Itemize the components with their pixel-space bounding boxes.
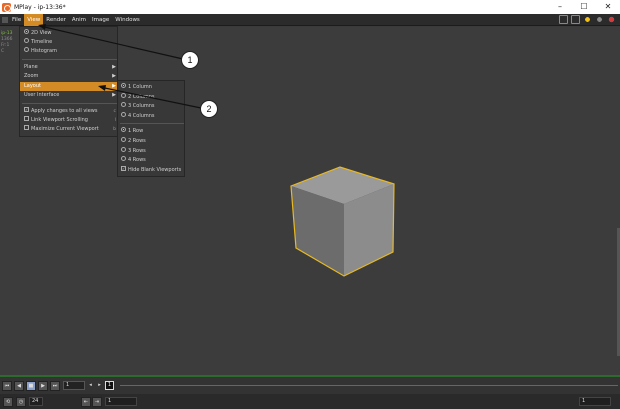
fps-field[interactable]: 24 [29, 397, 43, 406]
callout-1: 1 [181, 51, 199, 69]
callout-2: 2 [200, 100, 218, 118]
arrow-head-1 [38, 24, 46, 30]
step-forward-icon[interactable]: ▸ [96, 381, 103, 391]
status-bar: ⟲ ◷ 24 ⇤ ⇥ 1 1 [0, 394, 620, 409]
timeline-track[interactable] [120, 385, 618, 386]
play-backward-button[interactable]: ◀ [14, 380, 24, 391]
go-to-end-button[interactable]: ⏭ [50, 380, 60, 391]
start-frame-field[interactable]: 1 [105, 397, 137, 406]
realtime-icon[interactable]: ◷ [16, 396, 26, 407]
loop-icon[interactable]: ⟲ [3, 396, 13, 407]
arrow-head-2 [98, 85, 106, 91]
go-to-start-button[interactable]: ⏮ [2, 380, 12, 391]
range-end-icon[interactable]: ⇥ [92, 396, 102, 407]
end-frame-field[interactable]: 1 [579, 397, 611, 406]
annotation-arrows [38, 24, 202, 109]
stop-button[interactable]: ■ [26, 380, 36, 391]
step-back-icon[interactable]: ◂ [87, 381, 94, 391]
current-frame-field[interactable]: 1 [63, 381, 85, 390]
arrow-line-2 [99, 86, 202, 109]
frame-marker-box[interactable]: 1 [105, 381, 114, 390]
range-start-icon[interactable]: ⇤ [81, 396, 91, 407]
play-forward-button[interactable]: ▶ [38, 380, 48, 391]
arrow-line-1 [39, 25, 184, 60]
